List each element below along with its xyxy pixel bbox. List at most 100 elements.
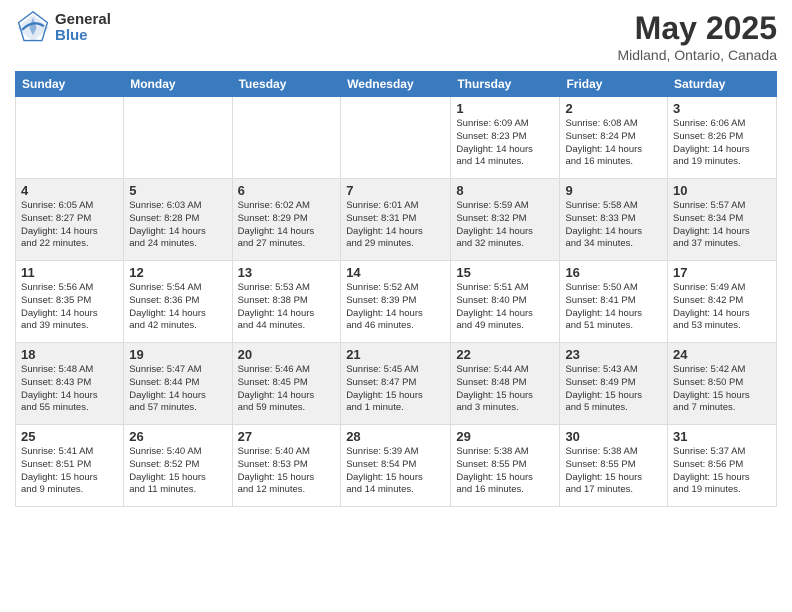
calendar-cell: 18Sunrise: 5:48 AM Sunset: 8:43 PM Dayli… [16, 343, 124, 425]
day-number: 19 [129, 347, 226, 362]
calendar-cell: 8 Sunrise: 5:59 AM Sunset: 8:32 PM Daylig… [451, 179, 560, 261]
calendar-cell: 27Sunrise: 5:40 AM Sunset: 8:53 PM Dayli… [232, 425, 341, 507]
calendar-cell: 14 Sunrise: 5:52 AM Sunset: 8:39 PM Dayli… [341, 261, 451, 343]
calendar-cell: 28 Sunrise: 5:39 AM Sunset: 8:54 PM Dayli… [341, 425, 451, 507]
calendar-week-5: 25Sunrise: 5:41 AM Sunset: 8:51 PM Dayli… [16, 425, 777, 507]
calendar-cell: 4 Sunrise: 6:05 AM Sunset: 8:27 PM Daylig… [16, 179, 124, 261]
title-block: May 2025 Midland, Ontario, Canada [617, 10, 777, 63]
day-number: 23 [565, 347, 662, 362]
day-info: Sunrise: 5:43 AM Sunset: 8:49 PM Dayligh… [565, 364, 662, 415]
calendar-cell: 21 Sunrise: 5:45 AM Sunset: 8:47 PM Dayli… [341, 343, 451, 425]
day-info: Sunrise: 5:51 AM Sunset: 8:40 PM Dayligh… [456, 282, 554, 333]
day-number: 16 [565, 265, 662, 280]
day-number: 17 [673, 265, 771, 280]
day-info: Sunrise: 6:09 AM Sunset: 8:23 PM Dayligh… [456, 118, 554, 169]
calendar-cell: 16Sunrise: 5:50 AM Sunset: 8:41 PM Dayli… [560, 261, 668, 343]
calendar-table: Sunday Monday Tuesday Wednesday Thursday… [15, 71, 777, 507]
calendar-cell: 2Sunrise: 6:08 AM Sunset: 8:24 PM Daylig… [560, 97, 668, 179]
day-number: 30 [565, 429, 662, 444]
day-info: Sunrise: 5:57 AM Sunset: 8:34 PM Dayligh… [673, 200, 771, 251]
day-info: Sunrise: 5:59 AM Sunset: 8:32 PM Dayligh… [456, 200, 554, 251]
calendar-cell: 9Sunrise: 5:58 AM Sunset: 8:33 PM Daylig… [560, 179, 668, 261]
calendar-cell: 7Sunrise: 6:01 AM Sunset: 8:31 PM Daylig… [341, 179, 451, 261]
day-number: 24 [673, 347, 771, 362]
calendar-cell [124, 97, 232, 179]
day-number: 20 [238, 347, 336, 362]
day-info: Sunrise: 6:05 AM Sunset: 8:27 PM Dayligh… [21, 200, 118, 251]
day-number: 25 [21, 429, 118, 444]
day-number: 15 [456, 265, 554, 280]
calendar-cell: 22 Sunrise: 5:44 AM Sunset: 8:48 PM Dayli… [451, 343, 560, 425]
calendar-cell: 25Sunrise: 5:41 AM Sunset: 8:51 PM Dayli… [16, 425, 124, 507]
calendar-cell: 30Sunrise: 5:38 AM Sunset: 8:55 PM Dayli… [560, 425, 668, 507]
calendar-cell: 11Sunrise: 5:56 AM Sunset: 8:35 PM Dayli… [16, 261, 124, 343]
th-monday: Monday [124, 72, 232, 97]
day-number: 9 [565, 183, 662, 198]
calendar-cell: 15 Sunrise: 5:51 AM Sunset: 8:40 PM Dayli… [451, 261, 560, 343]
location: Midland, Ontario, Canada [617, 47, 777, 63]
day-number: 6 [238, 183, 336, 198]
calendar-cell: 29 Sunrise: 5:38 AM Sunset: 8:55 PM Dayli… [451, 425, 560, 507]
day-number: 14 [346, 265, 445, 280]
calendar-cell: 12 Sunrise: 5:54 AM Sunset: 8:36 PM Dayli… [124, 261, 232, 343]
day-info: Sunrise: 5:49 AM Sunset: 8:42 PM Dayligh… [673, 282, 771, 333]
calendar-page: General Blue May 2025 Midland, Ontario, … [0, 0, 792, 612]
day-info: Sunrise: 6:06 AM Sunset: 8:26 PM Dayligh… [673, 118, 771, 169]
day-info: Sunrise: 5:47 AM Sunset: 8:44 PM Dayligh… [129, 364, 226, 415]
day-number: 10 [673, 183, 771, 198]
day-number: 18 [21, 347, 118, 362]
calendar-cell: 19 Sunrise: 5:47 AM Sunset: 8:44 PM Dayli… [124, 343, 232, 425]
day-info: Sunrise: 5:42 AM Sunset: 8:50 PM Dayligh… [673, 364, 771, 415]
day-info: Sunrise: 5:40 AM Sunset: 8:53 PM Dayligh… [238, 446, 336, 497]
calendar-cell: 3 Sunrise: 6:06 AM Sunset: 8:26 PM Daylig… [668, 97, 777, 179]
day-number: 3 [673, 101, 771, 116]
th-sunday: Sunday [16, 72, 124, 97]
calendar-cell: 23 Sunrise: 5:43 AM Sunset: 8:49 PM Dayli… [560, 343, 668, 425]
calendar-cell: 26 Sunrise: 5:40 AM Sunset: 8:52 PM Dayli… [124, 425, 232, 507]
day-number: 8 [456, 183, 554, 198]
day-number: 13 [238, 265, 336, 280]
th-friday: Friday [560, 72, 668, 97]
day-info: Sunrise: 5:40 AM Sunset: 8:52 PM Dayligh… [129, 446, 226, 497]
weekday-header-row: Sunday Monday Tuesday Wednesday Thursday… [16, 72, 777, 97]
calendar-cell: 31 Sunrise: 5:37 AM Sunset: 8:56 PM Dayli… [668, 425, 777, 507]
calendar-cell: 5Sunrise: 6:03 AM Sunset: 8:28 PM Daylig… [124, 179, 232, 261]
calendar-cell [341, 97, 451, 179]
day-number: 29 [456, 429, 554, 444]
day-number: 26 [129, 429, 226, 444]
day-info: Sunrise: 5:39 AM Sunset: 8:54 PM Dayligh… [346, 446, 445, 497]
day-info: Sunrise: 5:54 AM Sunset: 8:36 PM Dayligh… [129, 282, 226, 333]
calendar-week-4: 18Sunrise: 5:48 AM Sunset: 8:43 PM Dayli… [16, 343, 777, 425]
calendar-cell [232, 97, 341, 179]
header: General Blue May 2025 Midland, Ontario, … [15, 10, 777, 63]
day-info: Sunrise: 5:45 AM Sunset: 8:47 PM Dayligh… [346, 364, 445, 415]
day-number: 31 [673, 429, 771, 444]
day-number: 22 [456, 347, 554, 362]
logo: General Blue [15, 10, 111, 46]
month-title: May 2025 [617, 10, 777, 47]
calendar-cell: 17 Sunrise: 5:49 AM Sunset: 8:42 PM Dayli… [668, 261, 777, 343]
day-number: 1 [456, 101, 554, 116]
day-number: 4 [21, 183, 118, 198]
logo-general: General [55, 12, 111, 29]
day-info: Sunrise: 5:53 AM Sunset: 8:38 PM Dayligh… [238, 282, 336, 333]
calendar-week-2: 4 Sunrise: 6:05 AM Sunset: 8:27 PM Daylig… [16, 179, 777, 261]
day-number: 28 [346, 429, 445, 444]
th-tuesday: Tuesday [232, 72, 341, 97]
logo-blue: Blue [55, 28, 111, 45]
day-info: Sunrise: 5:46 AM Sunset: 8:45 PM Dayligh… [238, 364, 336, 415]
day-number: 5 [129, 183, 226, 198]
calendar-cell: 10 Sunrise: 5:57 AM Sunset: 8:34 PM Dayli… [668, 179, 777, 261]
logo-icon [15, 10, 51, 46]
day-number: 12 [129, 265, 226, 280]
day-number: 21 [346, 347, 445, 362]
th-thursday: Thursday [451, 72, 560, 97]
day-info: Sunrise: 5:52 AM Sunset: 8:39 PM Dayligh… [346, 282, 445, 333]
day-info: Sunrise: 6:02 AM Sunset: 8:29 PM Dayligh… [238, 200, 336, 251]
calendar-cell [16, 97, 124, 179]
day-info: Sunrise: 5:37 AM Sunset: 8:56 PM Dayligh… [673, 446, 771, 497]
day-info: Sunrise: 5:38 AM Sunset: 8:55 PM Dayligh… [456, 446, 554, 497]
calendar-cell: 20 Sunrise: 5:46 AM Sunset: 8:45 PM Dayli… [232, 343, 341, 425]
day-number: 2 [565, 101, 662, 116]
day-info: Sunrise: 5:44 AM Sunset: 8:48 PM Dayligh… [456, 364, 554, 415]
